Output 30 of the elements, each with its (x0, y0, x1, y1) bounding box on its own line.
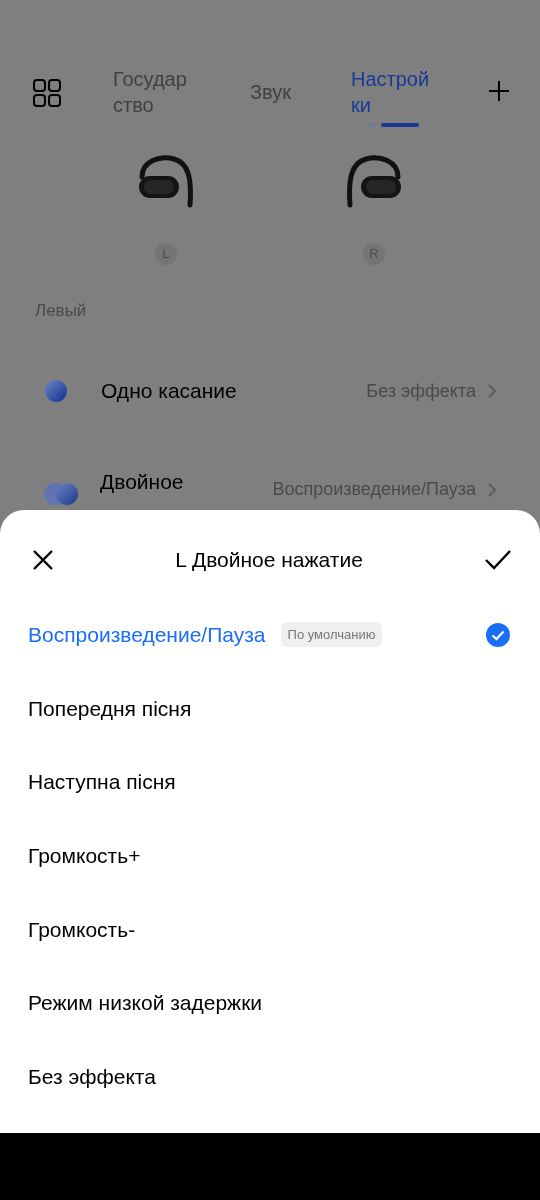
option-label: Попередня пісня (28, 696, 192, 721)
gesture-label: Одно касание (101, 378, 237, 404)
gesture-label: Двойное (100, 469, 184, 495)
option-item[interactable]: Наступна пісня (0, 745, 540, 820)
default-tag: По умолчанию (280, 622, 383, 648)
tab-indicator (367, 123, 419, 127)
sheet-title: L Двойное нажатие (175, 548, 363, 572)
checkmark-icon (484, 549, 512, 571)
option-item[interactable]: Громкость+ (0, 819, 540, 893)
option-label: Без эффекта (28, 1064, 156, 1089)
option-label: Наступна пісня (28, 770, 176, 795)
chevron-right-icon (488, 483, 496, 497)
dot-icon (45, 380, 67, 402)
double-dot-icon (44, 483, 78, 505)
option-item[interactable]: Попередня пісня (0, 671, 540, 746)
close-button[interactable] (32, 549, 54, 571)
grid-icon[interactable] (33, 79, 61, 107)
chevron-right-icon (488, 384, 496, 398)
option-label: Режим низкой задержки (28, 991, 263, 1016)
confirm-button[interactable] (484, 549, 512, 571)
plus-icon[interactable] (488, 80, 510, 102)
option-label: Громкость- (28, 917, 136, 942)
option-label: Громкость+ (28, 843, 141, 868)
option-item[interactable]: Без эффекта (0, 1040, 540, 1114)
option-item[interactable]: Режим низкой задержки (0, 966, 540, 1041)
close-icon (32, 549, 54, 571)
option-item[interactable]: Воспроизведение/Пауза По умолчанию (0, 598, 540, 672)
option-label: Воспроизведение/Пауза (28, 622, 266, 647)
option-item[interactable]: Громкость- (0, 892, 540, 967)
check-circle-icon (486, 622, 510, 647)
